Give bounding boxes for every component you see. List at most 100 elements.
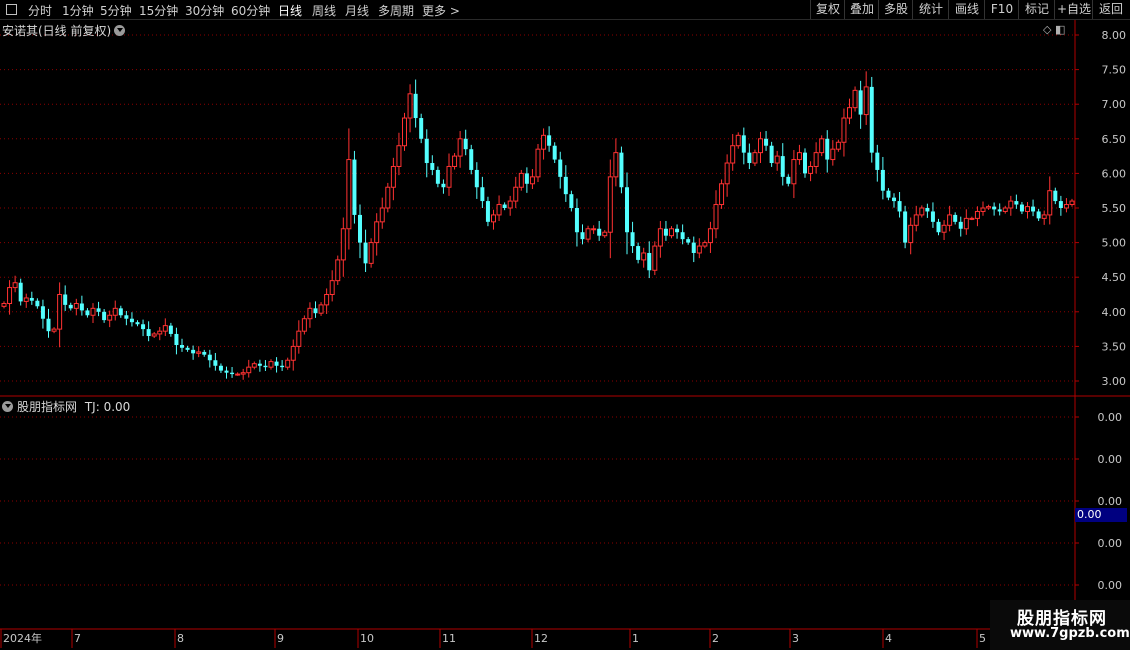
panel-toggle-icon[interactable]: ◧ (1055, 23, 1065, 36)
candle (379, 197, 385, 229)
candle (213, 352, 218, 371)
candle-body (669, 228, 674, 237)
candle-body (908, 224, 914, 244)
candle-body (680, 232, 685, 240)
candle (780, 143, 785, 186)
candle (752, 149, 758, 167)
time-tick-label: 2 (712, 632, 719, 645)
candle-body (786, 176, 791, 184)
candle-body (574, 208, 579, 233)
candle (1014, 194, 1019, 209)
chevron-down-icon[interactable] (114, 25, 126, 36)
candle-body (796, 152, 802, 161)
candle-body (597, 228, 602, 236)
candle-body (141, 324, 146, 330)
candle-body (719, 183, 725, 206)
candle-body (407, 93, 413, 119)
candle (46, 308, 51, 338)
candle (307, 302, 313, 328)
candle (791, 150, 797, 199)
candle (997, 203, 1002, 216)
candle-body (251, 363, 257, 368)
candle-body (875, 152, 880, 170)
candle-body (1014, 201, 1019, 205)
candle (118, 305, 123, 318)
candle (469, 144, 474, 175)
candle (346, 128, 352, 250)
candle-body (663, 228, 668, 236)
indicator-tick-label: 0.00 (1098, 495, 1123, 508)
candle-body (240, 372, 246, 375)
candle (1053, 187, 1058, 205)
candle-body (1, 302, 7, 307)
candle-body (791, 159, 797, 185)
candle-body (974, 210, 980, 219)
candle (257, 359, 262, 372)
candle-body (1019, 204, 1024, 212)
candle-body (457, 138, 463, 157)
candle-body (529, 176, 535, 185)
candle (340, 217, 346, 277)
candle-body (713, 204, 719, 230)
candle (235, 372, 241, 376)
candle-body (730, 145, 736, 164)
price-tick-label: 4.00 (1102, 306, 1127, 319)
candle (992, 202, 997, 216)
candle (669, 226, 674, 239)
candle-body (168, 325, 173, 334)
candle (263, 360, 268, 371)
candle (880, 156, 885, 200)
candle (702, 240, 708, 249)
candle (730, 134, 736, 171)
candle-body (980, 207, 986, 212)
candle-body (507, 200, 513, 209)
candle (774, 150, 780, 171)
candle-body (502, 204, 507, 208)
candle-body (913, 214, 919, 226)
candle-body (607, 176, 613, 233)
candle (157, 327, 163, 341)
candle (591, 225, 597, 234)
candle-body (580, 232, 585, 240)
candle-body (402, 117, 407, 147)
price-tick-label: 8.00 (1102, 29, 1127, 42)
candle (1063, 198, 1069, 213)
candle-body (7, 287, 13, 304)
candle (1058, 195, 1063, 216)
diamond-icon[interactable]: ◇ (1043, 23, 1051, 36)
candle-body (547, 135, 552, 146)
candle-body (992, 206, 997, 210)
indicator-tick-label: 0.00 (1098, 411, 1123, 424)
candle-body (268, 361, 274, 368)
candle (925, 203, 930, 218)
time-tick-label: 7 (74, 632, 81, 645)
candle (619, 146, 624, 194)
candle (764, 131, 769, 151)
candle-body (1069, 200, 1075, 206)
time-tick-label: 11 (442, 632, 456, 645)
chevron-down-icon[interactable] (2, 401, 13, 412)
candle (274, 357, 279, 373)
candle (719, 179, 725, 209)
candle-body (758, 138, 763, 154)
kline-chart[interactable]: 8.00 7.50 7.00 6.50 6.00 5.50 5.00 4.50 4.00 3.50… (0, 0, 1130, 650)
candle-body (157, 330, 163, 335)
candle-body (352, 159, 357, 215)
candle (368, 238, 374, 268)
price-tick-label: 7.50 (1102, 64, 1127, 77)
candle-body (930, 211, 935, 222)
candle (641, 247, 647, 268)
candle-body (936, 221, 941, 233)
candle (35, 298, 40, 309)
candle-body (969, 217, 975, 220)
indicator-tick-label: 0.00 (1098, 579, 1123, 592)
candle (547, 126, 552, 152)
candle (686, 236, 691, 245)
candle (146, 321, 151, 342)
candle-body (963, 217, 969, 230)
candle-body (396, 145, 402, 167)
candle-body (12, 282, 18, 289)
candle (107, 310, 113, 328)
candle (180, 338, 184, 352)
candle (936, 218, 941, 236)
